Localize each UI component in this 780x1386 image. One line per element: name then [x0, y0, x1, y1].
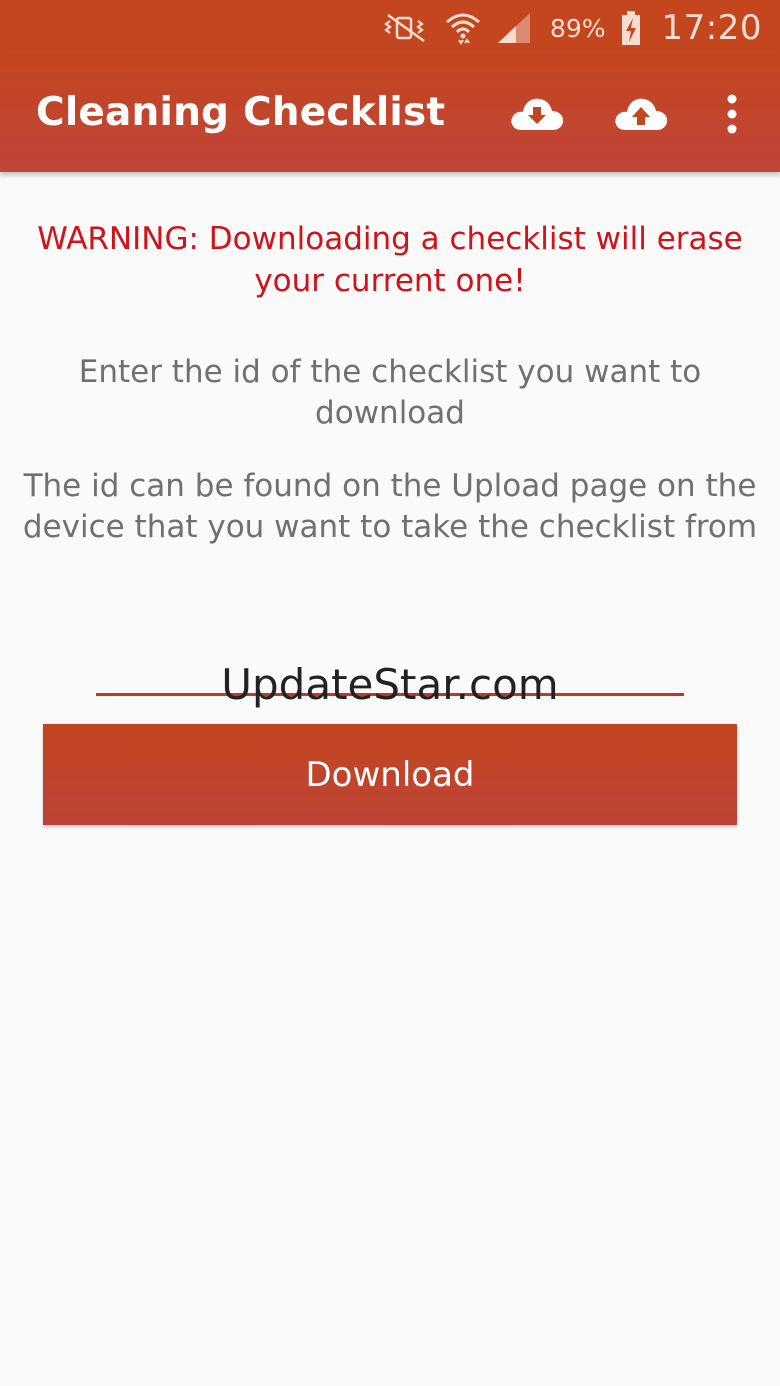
- battery-percent: 89%: [549, 13, 606, 43]
- checklist-id-input[interactable]: [96, 660, 684, 708]
- status-bar: 89% 17:20: [0, 0, 780, 56]
- mute-vibrate-icon: [380, 13, 430, 43]
- download-button[interactable]: Download: [43, 724, 737, 825]
- more-options-button[interactable]: [700, 82, 764, 146]
- cloud-download-icon: [511, 98, 564, 130]
- cloud-upload-icon: [615, 98, 668, 130]
- instructions-text: Enter the id of the checklist you want t…: [78, 354, 702, 431]
- status-time: 17:20: [661, 8, 762, 48]
- cloud-upload-button[interactable]: [609, 82, 673, 146]
- app-bar: Cleaning Checklist: [0, 56, 780, 172]
- battery-charging-icon: [620, 10, 642, 46]
- signal-icon: [496, 11, 532, 45]
- hint-text: The id can be found on the Upload page o…: [22, 468, 758, 545]
- more-vert-icon: [727, 94, 737, 134]
- app-title: Cleaning Checklist: [36, 90, 446, 135]
- cloud-download-button[interactable]: [505, 82, 569, 146]
- status-icons: 89% 17:20: [380, 8, 762, 48]
- wifi-icon: [444, 10, 482, 46]
- checklist-id-field[interactable]: [96, 660, 684, 712]
- warning-message: WARNING: Downloading a checklist will er…: [37, 221, 743, 299]
